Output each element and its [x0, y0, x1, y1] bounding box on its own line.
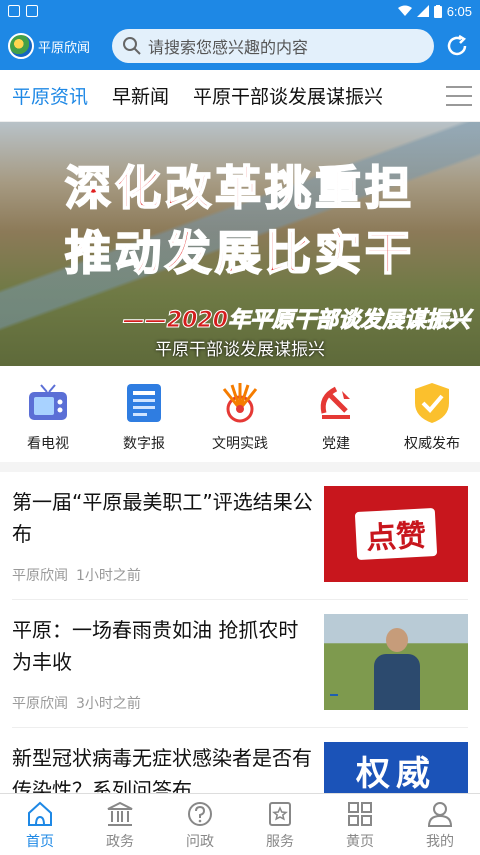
quick-link-civilization[interactable]: 文明实践	[195, 381, 285, 453]
news-item[interactable]: 平原：一场春雨贵如油 抢抓农时为丰收 平原欣闻 3小时之前	[12, 600, 468, 728]
quick-link-label: 文明实践	[212, 436, 268, 452]
news-text: 第一届“平原最美职工”评选结果公布 平原欣闻 1小时之前	[12, 486, 324, 585]
app-notification-icon	[26, 5, 38, 17]
banner-caption: 平原干部谈发展谋振兴	[155, 340, 325, 360]
service-star-icon	[265, 799, 295, 829]
civilization-practice-icon	[218, 381, 262, 425]
quick-link-label: 看电视	[27, 436, 69, 452]
app-name: 平原欣闻	[38, 40, 91, 56]
nav-government[interactable]: 政务	[85, 799, 155, 851]
news-source: 平原欣闻	[12, 568, 68, 584]
news-item[interactable]: 第一届“平原最美职工”评选结果公布 平原欣闻 1小时之前 点赞	[12, 472, 468, 600]
quick-link-label: 权威发布	[404, 436, 460, 452]
status-left-icons	[8, 5, 38, 17]
news-item[interactable]: 新型冠状病毒无症状感染者是否有传染性？系列问答布 权威	[12, 728, 468, 838]
thumbnail-text: 权威	[356, 754, 436, 794]
news-list: 第一届“平原最美职工”评选结果公布 平原欣闻 1小时之前 点赞 平原：一场春雨贵…	[0, 472, 480, 838]
nav-mine[interactable]: 我的	[405, 799, 475, 851]
grid-icon	[345, 799, 375, 829]
newspaper-icon	[122, 381, 166, 425]
nav-label: 首页	[26, 833, 54, 850]
news-time: 1小时之前	[76, 568, 141, 584]
banner-headline-1: 深化改革挑重担	[64, 160, 415, 216]
news-text: 平原：一场春雨贵如油 抢抓农时为丰收 平原欣闻 3小时之前	[12, 614, 324, 713]
home-icon	[25, 799, 55, 829]
banner-headline-2: 推动发展比实干	[64, 225, 415, 281]
nav-service[interactable]: 服务	[245, 799, 315, 851]
nav-yellow-pages[interactable]: 黄页	[325, 799, 395, 851]
thumbnail-text: 点赞	[354, 507, 438, 561]
tab-cadres-talk[interactable]: 平原干部谈发展谋振兴	[193, 82, 383, 109]
refresh-icon	[447, 34, 467, 56]
app-logo[interactable]: 平原欣闻	[8, 33, 104, 59]
status-time: 6:05	[446, 3, 472, 19]
status-right: 6:05	[397, 3, 472, 19]
user-icon	[425, 799, 455, 829]
bottom-navigation: 首页 政务 问政 服务 黄页 我的	[0, 793, 480, 855]
battery-icon	[433, 4, 442, 18]
nav-label: 问政	[186, 833, 214, 850]
search-bar[interactable]: 请搜索您感兴趣的内容	[112, 29, 434, 63]
app-header: 平原欣闻 请搜索您感兴趣的内容	[0, 22, 480, 70]
logo-mark-icon	[8, 33, 34, 59]
news-title: 第一届“平原最美职工”评选结果公布	[12, 490, 313, 546]
status-bar: 6:05	[0, 0, 480, 22]
nav-label: 服务	[266, 833, 294, 850]
nav-inquiry[interactable]: 问政	[165, 799, 235, 851]
question-icon	[185, 799, 215, 829]
quick-link-authority[interactable]: 权威发布	[387, 381, 477, 453]
news-meta: 平原欣闻 3小时之前	[12, 693, 314, 713]
quick-link-tv[interactable]: 看电视	[3, 381, 93, 453]
nav-label: 政务	[106, 833, 134, 850]
quick-link-label: 数字报	[123, 436, 165, 452]
nav-label: 我的	[426, 833, 454, 850]
news-source: 平原欣闻	[12, 696, 68, 712]
news-thumbnail[interactable]	[324, 614, 468, 710]
channel-menu-icon[interactable]	[446, 84, 472, 108]
nav-home[interactable]: 首页	[5, 799, 75, 851]
signal-icon	[416, 5, 429, 17]
notification-icon	[8, 5, 20, 17]
party-emblem-icon	[314, 381, 358, 425]
tab-morning-news[interactable]: 早新闻	[112, 82, 169, 109]
search-placeholder: 请搜索您感兴趣的内容	[148, 38, 309, 57]
government-icon	[105, 799, 135, 829]
tab-pingyuan-news[interactable]: 平原资讯	[12, 82, 88, 109]
quick-link-party[interactable]: 党建	[291, 381, 381, 453]
nav-label: 黄页	[346, 833, 374, 850]
news-thumbnail[interactable]: 点赞	[324, 486, 468, 582]
news-title: 平原：一场春雨贵如油 抢抓农时为丰收	[12, 618, 299, 674]
channel-tabs: 平原资讯 早新闻 平原干部谈发展谋振兴	[0, 70, 480, 122]
quick-link-label: 党建	[322, 436, 350, 452]
video-lower-third	[330, 694, 338, 696]
search-icon	[123, 37, 141, 55]
news-meta: 平原欣闻 1小时之前	[12, 565, 314, 585]
wifi-icon	[397, 5, 412, 16]
news-time: 3小时之前	[76, 696, 141, 712]
news-text: 新型冠状病毒无症状感染者是否有传染性？系列问答布	[12, 742, 324, 802]
refresh-button[interactable]	[442, 31, 472, 61]
banner-subheadline: ——2020年平原干部谈发展谋振兴	[122, 308, 470, 334]
quick-links: 看电视 数字报 文明实践 党建 权威发布	[0, 366, 480, 472]
tv-icon	[26, 381, 70, 425]
banner-carousel[interactable]: 深化改革挑重担 推动发展比实干 ——2020年平原干部谈发展谋振兴 平原干部谈发…	[0, 122, 480, 366]
shield-check-icon	[410, 381, 454, 425]
quick-link-digital-paper[interactable]: 数字报	[99, 381, 189, 453]
reporter-figure	[374, 628, 420, 710]
